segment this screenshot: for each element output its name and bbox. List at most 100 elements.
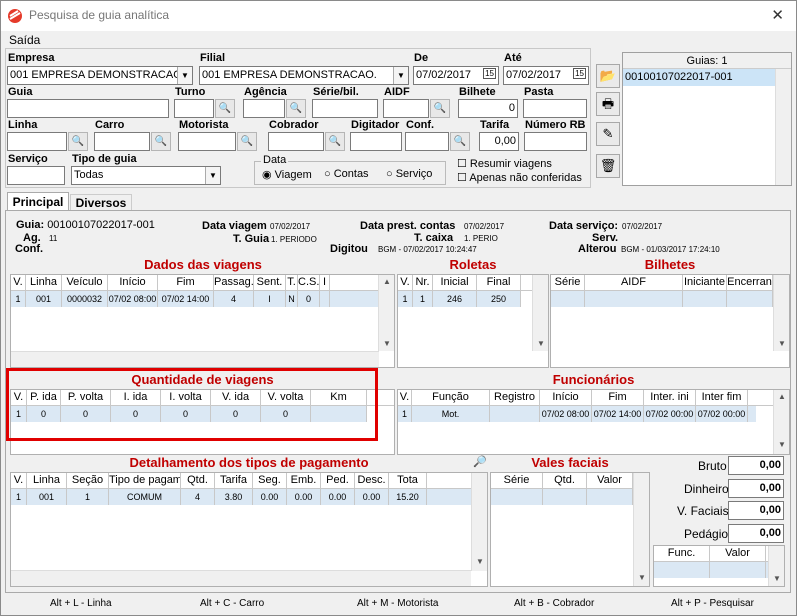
- vales-grid[interactable]: Série Qtd. Valor ▼: [490, 472, 650, 587]
- aidf-input[interactable]: [383, 99, 429, 118]
- table-cell: COMUM: [109, 489, 181, 505]
- window-title: Pesquisa de guia analítica: [29, 8, 170, 22]
- radio-viagem[interactable]: ◉ Viagem: [262, 168, 312, 181]
- open-folder-icon[interactable]: 📂: [596, 64, 620, 88]
- scrollbar[interactable]: ▲ ▼: [773, 390, 789, 454]
- binoculars-icon[interactable]: 🔍: [68, 132, 88, 151]
- column-header: Série: [551, 275, 585, 290]
- tarifa-input[interactable]: 0,00: [479, 132, 519, 151]
- table-row[interactable]: 1 Mot. 07/02 08:00 07/02 14:00 07/02 00:00 07…: [398, 406, 756, 422]
- column-header: Sent.: [254, 275, 286, 290]
- bilhetes-header-row: Série AIDF Iniciante Encerran: [551, 275, 789, 291]
- numero-rb-input[interactable]: [524, 132, 587, 151]
- cobrador-input[interactable]: [268, 132, 324, 151]
- ate-date-input[interactable]: 07/02/2017 15: [503, 66, 589, 85]
- radio-contas[interactable]: ○ Contas: [324, 168, 369, 180]
- radio-servico[interactable]: ○ Serviço: [386, 168, 432, 180]
- table-row[interactable]: 1 001 0000032 07/02 08:00 07/02 14:00 4 I N 0: [11, 291, 379, 307]
- checkbox-apenas[interactable]: ☐ Apenas não conferidas: [457, 171, 582, 184]
- carro-label: Carro: [95, 119, 125, 131]
- guia-list-item[interactable]: 00100107022017-001: [623, 69, 775, 86]
- table-cell: 0000032: [62, 291, 108, 307]
- table-row[interactable]: [654, 562, 768, 578]
- scrollbar[interactable]: ▼: [773, 275, 789, 351]
- table-row[interactable]: [491, 489, 633, 505]
- menu-saida[interactable]: Saída: [9, 33, 40, 47]
- bilhete-label: Bilhete: [459, 86, 496, 98]
- tcaixa-label: T. caixa: [414, 232, 454, 244]
- table-row[interactable]: 1 1 246 250: [398, 291, 521, 307]
- binoculars-icon[interactable]: 🔍: [325, 132, 345, 151]
- turno-input[interactable]: [174, 99, 214, 118]
- bilhetes-grid[interactable]: Série AIDF Iniciante Encerran ▼: [550, 274, 790, 368]
- column-header: Fim: [592, 390, 644, 405]
- digitador-input[interactable]: [350, 132, 402, 151]
- scrollbar[interactable]: ▼: [532, 275, 548, 351]
- tipo-guia-select[interactable]: Todas ▼: [71, 166, 221, 185]
- cobrador-label: Cobrador: [269, 119, 319, 131]
- binoculars-icon[interactable]: 🔍: [237, 132, 257, 151]
- scrollbar[interactable]: ▼: [471, 473, 487, 571]
- pedagio-grid[interactable]: Func. Valor ▼: [653, 545, 785, 587]
- tguia-value: 1. PERIODO: [271, 235, 317, 244]
- linha-input[interactable]: [7, 132, 67, 151]
- table-cell: 1: [413, 291, 433, 307]
- table-cell: 07/02 14:00: [592, 406, 644, 422]
- conf-input[interactable]: [405, 132, 449, 151]
- table-cell: 0.00: [321, 489, 355, 505]
- binoculars-icon[interactable]: 🔍: [215, 99, 235, 118]
- table-cell: [551, 291, 585, 307]
- scrollbar[interactable]: [11, 570, 471, 586]
- column-header: Linha: [27, 473, 67, 488]
- table-cell: 15.20: [389, 489, 427, 505]
- de-date-input[interactable]: 07/02/2017 15: [413, 66, 499, 85]
- table-row[interactable]: 1 001 1 COMUM 4 3.80 0.00 0.00 0.00 0.00 15.20: [11, 489, 471, 505]
- scrollbar[interactable]: [775, 69, 791, 185]
- carro-input[interactable]: [94, 132, 150, 151]
- table-cell: 0: [298, 291, 320, 307]
- trash-icon[interactable]: 🗑: [596, 154, 620, 178]
- motorista-input[interactable]: [178, 132, 236, 151]
- servico-input[interactable]: [7, 166, 65, 185]
- table-row[interactable]: [551, 291, 773, 307]
- column-header: V.: [11, 473, 27, 488]
- empresa-select[interactable]: 001 EMPRESA DEMONSTRACAO ▼: [7, 66, 193, 85]
- roletas-grid[interactable]: V. Nr. Inicial Final 1 1 246 250 ▼: [397, 274, 549, 368]
- printer-icon[interactable]: 🖶: [596, 92, 620, 116]
- close-icon[interactable]: ✕: [771, 6, 784, 24]
- eraser-icon[interactable]: ✎: [596, 122, 620, 146]
- scrollbar[interactable]: [11, 351, 379, 367]
- data-prest-label: Data prest. contas: [360, 220, 456, 232]
- table-cell: [320, 291, 330, 307]
- binoculars-icon[interactable]: 🔍: [286, 99, 306, 118]
- scrollbar[interactable]: ▼: [768, 546, 784, 586]
- tab-principal[interactable]: Principal: [7, 192, 69, 211]
- guia-input[interactable]: [7, 99, 169, 118]
- pedagio-header-row: Func. Valor: [654, 546, 784, 562]
- table-cell: 07/02 00:00: [696, 406, 748, 422]
- scrollbar[interactable]: ▲ ▼: [378, 275, 394, 351]
- serie-input[interactable]: [312, 99, 378, 118]
- binoculars-icon[interactable]: 🔍: [450, 132, 470, 151]
- funcionarios-grid[interactable]: V. Função Registro Início Fim Inter. ini Inter…: [397, 389, 790, 455]
- filial-select[interactable]: 001 EMPRESA DEMONSTRACAO. ▼: [199, 66, 409, 85]
- binoculars-icon[interactable]: 🔍: [430, 99, 450, 118]
- column-header: Tota: [389, 473, 427, 488]
- column-header: Valor: [587, 473, 633, 488]
- bilhete-input[interactable]: 0: [458, 99, 518, 118]
- tab-diversos[interactable]: Diversos: [70, 194, 132, 211]
- pagamento-title: Detalhamento dos tipos de pagamento: [10, 455, 488, 471]
- viagens-grid[interactable]: V. Linha Veículo Início Fim Passag. Sent. T. C.S…: [10, 274, 395, 368]
- checkbox-resumir[interactable]: ☐ Resumir viagens: [457, 157, 552, 170]
- pagamento-grid[interactable]: V.LinhaSeçãoTipo de pagamentoQtd.TarifaS…: [10, 472, 488, 587]
- table-cell: 250: [477, 291, 521, 307]
- agencia-input[interactable]: [243, 99, 285, 118]
- data-group-label: Data: [261, 154, 289, 166]
- search-icon[interactable]: 🔎: [473, 455, 489, 469]
- scrollbar[interactable]: ▼: [633, 473, 649, 586]
- guias-list[interactable]: Guias: 1 00100107022017-001: [622, 52, 792, 186]
- pasta-input[interactable]: [523, 99, 587, 118]
- table-cell: 001: [26, 291, 62, 307]
- column-header: Inter fim: [696, 390, 748, 405]
- binoculars-icon[interactable]: 🔍: [151, 132, 171, 151]
